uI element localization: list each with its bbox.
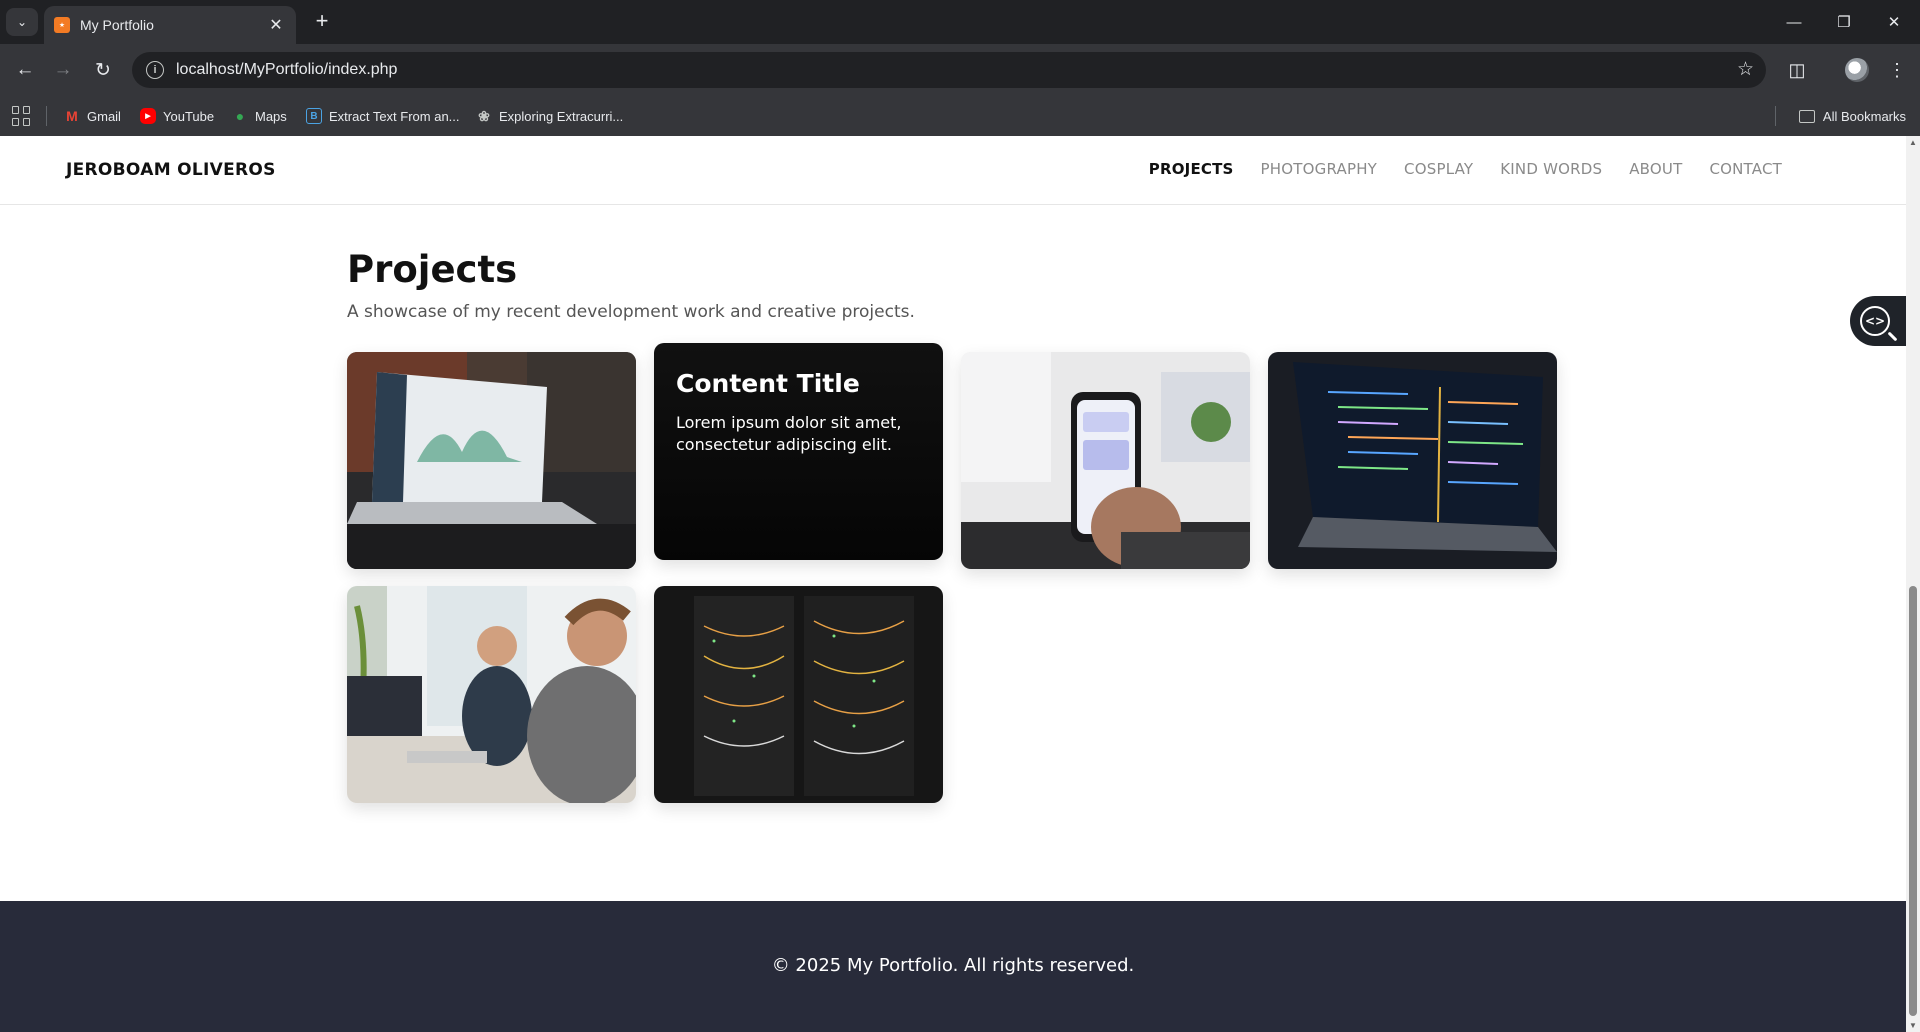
- scroll-up-arrow-icon[interactable]: ▲: [1908, 138, 1918, 147]
- all-bookmarks-divider: [1775, 106, 1776, 126]
- tab-search-chevron-icon[interactable]: ⌄: [6, 8, 38, 36]
- page-subtitle: A showcase of my recent development work…: [347, 302, 915, 322]
- all-bookmarks-button[interactable]: All Bookmarks: [1798, 106, 1906, 126]
- project-card-laptop-dashboard[interactable]: [347, 352, 636, 569]
- profile-avatar-image: [1845, 58, 1869, 82]
- site-nav: PROJECTS PHOTOGRAPHY COSPLAY KIND WORDS …: [1149, 160, 1782, 178]
- folder-icon: [1798, 109, 1815, 123]
- site-footer: © 2025 My Portfolio. All rights reserved…: [0, 901, 1906, 1032]
- apps-grid-icon[interactable]: [12, 106, 32, 126]
- card-text: Lorem ipsum dolor sit amet, consectetur …: [676, 413, 902, 454]
- nav-photography[interactable]: PHOTOGRAPHY: [1261, 160, 1378, 178]
- scroll-down-arrow-icon[interactable]: ▼: [1908, 1021, 1918, 1030]
- nav-about[interactable]: ABOUT: [1629, 160, 1682, 178]
- project-card-phone-app[interactable]: [961, 352, 1250, 569]
- minimize-icon[interactable]: —: [1774, 8, 1814, 36]
- gmail-icon: M: [66, 108, 78, 124]
- card-overlay: Content Title Lorem ipsum dolor sit amet…: [654, 343, 943, 560]
- browser-tab-bar: ⌄ ⋆ My Portfolio ✕ + — ❐ ✕: [0, 0, 1920, 44]
- nav-cosplay[interactable]: COSPLAY: [1404, 160, 1473, 178]
- code-magnifier-icon: <>: [1860, 306, 1890, 336]
- window-close-icon[interactable]: ✕: [1874, 8, 1914, 36]
- page-title: Projects: [347, 248, 518, 291]
- browser-tab[interactable]: ⋆ My Portfolio ✕: [44, 6, 296, 44]
- back-arrow-icon[interactable]: ←: [10, 55, 40, 85]
- inspector-floating-button[interactable]: <>: [1850, 296, 1906, 346]
- bookmark-exploring[interactable]: ❀ Exploring Extracurri...: [476, 106, 623, 126]
- scrollbar-thumb[interactable]: [1909, 586, 1917, 1016]
- tab-close-icon[interactable]: ✕: [266, 15, 286, 35]
- openai-icon: ❀: [478, 107, 490, 124]
- bookmark-label: Maps: [255, 108, 287, 124]
- xampp-favicon-icon: ⋆: [54, 17, 70, 33]
- site-info-icon[interactable]: i: [146, 61, 164, 79]
- restore-icon[interactable]: ❐: [1824, 8, 1864, 36]
- page-scrollbar[interactable]: ▲ ▼: [1906, 136, 1920, 1032]
- bookmark-label: Exploring Extracurri...: [499, 108, 624, 124]
- address-bar[interactable]: i localhost/MyPortfolio/index.php ☆: [132, 52, 1766, 88]
- project-card-code-laptop[interactable]: [1268, 352, 1557, 569]
- bookmarks-bar: M Gmail ▶ YouTube ● Maps B Extract Text …: [0, 96, 1920, 136]
- bookmarks-divider: [46, 106, 47, 126]
- site-brand[interactable]: JEROBOAM OLIVEROS: [66, 160, 276, 180]
- server-rack-image: [654, 586, 943, 803]
- code-laptop-image: [1268, 352, 1557, 569]
- browser-toolbar: ← → ↻ i localhost/MyPortfolio/index.php …: [0, 44, 1920, 136]
- url-text[interactable]: localhost/MyPortfolio/index.php: [176, 61, 397, 79]
- project-card-server[interactable]: [654, 586, 943, 803]
- tab-title: My Portfolio: [80, 17, 154, 33]
- nav-contact[interactable]: CONTACT: [1709, 160, 1782, 178]
- forward-arrow-icon[interactable]: →: [48, 55, 78, 85]
- card-title: Content Title: [676, 369, 860, 398]
- all-bookmarks-label: All Bookmarks: [1822, 108, 1906, 124]
- page-viewport: JEROBOAM OLIVEROS PROJECTS PHOTOGRAPHY C…: [0, 136, 1906, 1032]
- bookmark-maps[interactable]: ● Maps: [232, 106, 287, 126]
- maps-icon: ●: [235, 108, 245, 124]
- bookmark-star-icon[interactable]: ☆: [1737, 58, 1754, 81]
- bookmark-label: YouTube: [163, 108, 215, 124]
- project-card-office[interactable]: [347, 586, 636, 803]
- youtube-icon: ▶: [140, 108, 156, 124]
- bookmark-youtube[interactable]: ▶ YouTube: [140, 106, 214, 126]
- profile-avatar[interactable]: [1842, 55, 1872, 85]
- extensions-puzzle-icon[interactable]: ◫: [1782, 55, 1812, 85]
- new-tab-plus-icon[interactable]: +: [310, 10, 334, 34]
- nav-kind-words[interactable]: KIND WORDS: [1500, 160, 1602, 178]
- project-card-hover[interactable]: Content Title Lorem ipsum dolor sit amet…: [654, 343, 943, 560]
- footer-copyright: © 2025 My Portfolio. All rights reserved…: [771, 955, 1135, 976]
- site-header: JEROBOAM OLIVEROS PROJECTS PHOTOGRAPHY C…: [0, 136, 1906, 205]
- phone-app-image: [961, 352, 1250, 569]
- reload-icon[interactable]: ↻: [88, 55, 118, 85]
- bookmark-b-icon: B: [306, 108, 322, 124]
- browser-menu-icon[interactable]: ⋮: [1882, 55, 1912, 85]
- laptop-dashboard-image: [347, 352, 636, 569]
- bookmark-gmail[interactable]: M Gmail: [64, 106, 121, 126]
- office-workers-image: [347, 586, 636, 803]
- bookmark-extract-text[interactable]: B Extract Text From an...: [306, 106, 460, 126]
- bookmark-label: Extract Text From an...: [329, 108, 460, 124]
- bookmark-label: Gmail: [87, 108, 121, 124]
- nav-projects[interactable]: PROJECTS: [1149, 160, 1234, 178]
